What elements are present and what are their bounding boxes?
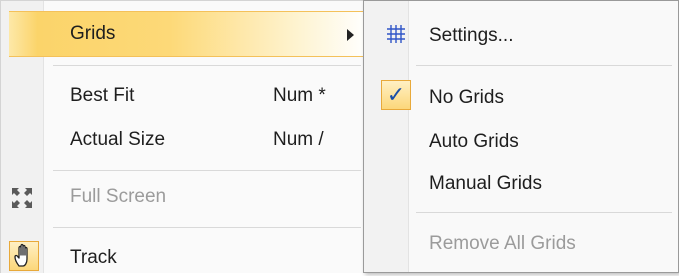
menu-item-shortcut: Num * — [273, 85, 326, 106]
menu-separator — [53, 65, 361, 66]
menu-item-label: Track — [70, 247, 117, 268]
menu-item-label: Auto Grids — [429, 131, 519, 152]
menu-item-best-fit[interactable]: Best Fit Num * — [1, 81, 367, 113]
hand-icon — [9, 241, 39, 271]
menu-item-full-screen[interactable]: Full Screen — [1, 182, 367, 214]
menu-item-auto-grids[interactable]: Auto Grids — [364, 127, 678, 159]
menu-item-actual-size[interactable]: Actual Size Num / — [1, 125, 367, 157]
grids-submenu: Settings... ✓ No Grids Auto Grids Manual… — [363, 0, 679, 273]
menu-item-label: Actual Size — [70, 129, 166, 150]
menu-item-remove-all-grids[interactable]: Remove All Grids — [364, 229, 678, 261]
menu-separator — [416, 65, 672, 66]
menu-item-label: Remove All Grids — [429, 233, 576, 254]
submenu-arrow-icon — [347, 29, 354, 41]
menu-separator — [416, 212, 672, 213]
checkmark-icon: ✓ — [381, 80, 411, 110]
menu-item-label: No Grids — [429, 87, 504, 108]
menu-item-grid-settings[interactable]: Settings... — [364, 15, 678, 55]
menu-item-label: Settings... — [429, 25, 514, 46]
menu-item-shortcut: Num / — [273, 129, 324, 150]
menu-item-manual-grids[interactable]: Manual Grids — [364, 171, 678, 203]
menu-item-label: Grids — [70, 23, 116, 44]
menu-item-grids[interactable]: Grids — [9, 11, 367, 57]
menu-item-label: Full Screen — [70, 186, 167, 207]
menu-item-label: Best Fit — [70, 85, 135, 106]
menu-separator — [53, 227, 361, 228]
menu-item-track[interactable]: Track — [1, 239, 367, 274]
fullscreen-icon — [11, 187, 33, 215]
grid-icon — [386, 24, 406, 50]
menu-item-label: Manual Grids — [429, 173, 542, 194]
view-menu: Grids Best Fit Num * Actual Size Num / F… — [0, 0, 367, 273]
menu-item-no-grids[interactable]: ✓ No Grids — [364, 79, 678, 115]
menu-separator — [53, 170, 361, 171]
